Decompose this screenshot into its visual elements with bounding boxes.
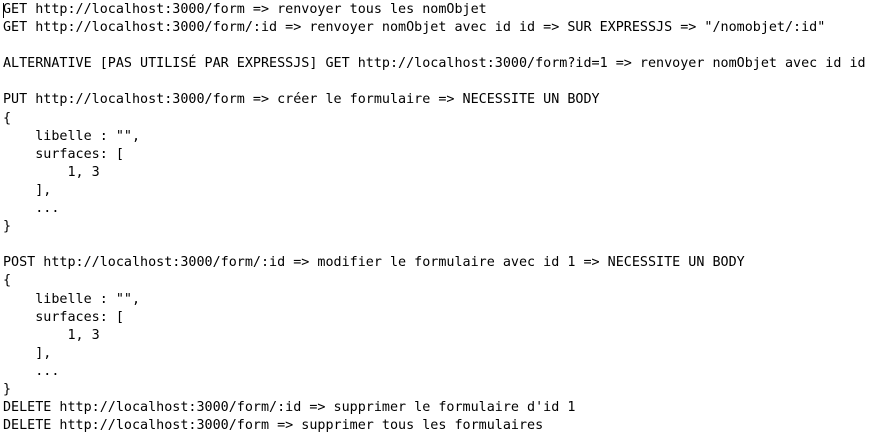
text-line: } bbox=[3, 219, 12, 235]
text-line: DELETE http://localhost:3000/form/:id =>… bbox=[3, 400, 576, 416]
text-line: surfaces: [ bbox=[3, 146, 124, 162]
text-line: libelle : "", bbox=[3, 291, 141, 307]
text-line: { bbox=[3, 110, 12, 126]
text-editor[interactable]: GET http://localhost:3000/form => renvoy… bbox=[0, 0, 872, 433]
text-line: 1, 3 bbox=[3, 327, 100, 343]
text-cursor bbox=[3, 3, 4, 18]
text-line: ], bbox=[3, 182, 52, 198]
text-line bbox=[3, 73, 872, 91]
text-line: libelle : "", bbox=[3, 128, 141, 144]
text-line: 1, 3 bbox=[3, 164, 100, 180]
text-line: GET http://localhost:3000/form/:id => re… bbox=[3, 20, 826, 36]
text-line: { bbox=[3, 273, 12, 289]
text-line: PUT http://localhost:3000/form => créer … bbox=[3, 92, 600, 108]
text-line: DELETE http://localhost:3000/form => sup… bbox=[3, 418, 544, 434]
text-line: ... bbox=[3, 363, 60, 379]
text-line bbox=[3, 37, 872, 55]
text-line: POST http://localhost:3000/form/:id => m… bbox=[3, 255, 745, 271]
text-line bbox=[3, 236, 872, 254]
text-line: } bbox=[3, 381, 12, 397]
text-line: ... bbox=[3, 201, 60, 217]
text-line: ALTERNATIVE [PAS UTILISÉ PAR EXPRESSJS] … bbox=[3, 56, 866, 72]
text-line: GET http://localhost:3000/form => renvoy… bbox=[3, 2, 487, 17]
text-line: surfaces: [ bbox=[3, 309, 124, 325]
text-line: ], bbox=[3, 345, 52, 361]
